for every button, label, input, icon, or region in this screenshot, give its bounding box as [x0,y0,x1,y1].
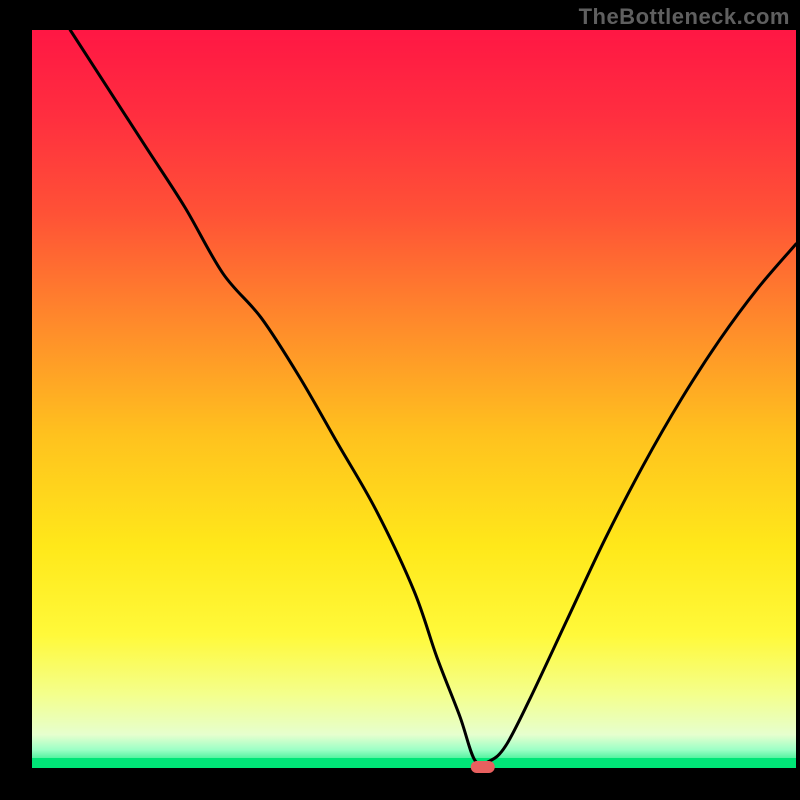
bottom-green-band [32,758,796,768]
bottleneck-chart [0,0,800,800]
best-match-marker [471,761,495,773]
chart-frame: TheBottleneck.com [0,0,800,800]
watermark-text: TheBottleneck.com [579,4,790,30]
